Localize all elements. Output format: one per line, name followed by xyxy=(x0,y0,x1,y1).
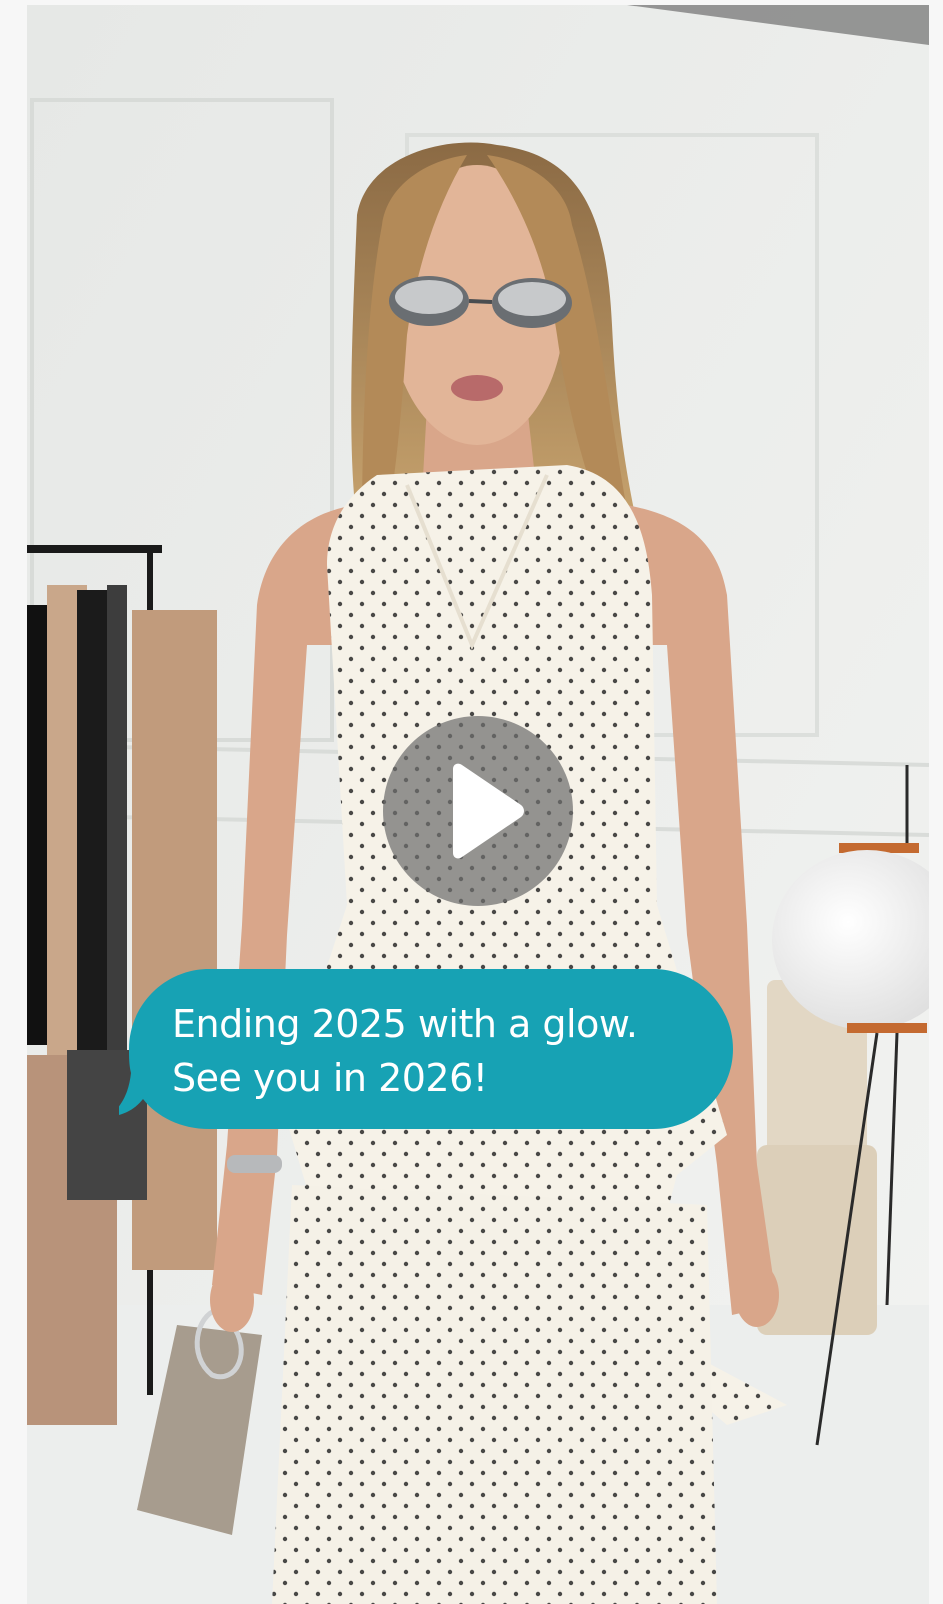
video-player[interactable]: Ending 2025 with a glow. See you in 2026… xyxy=(27,5,929,1604)
page: Ending 2025 with a glow. See you in 2026… xyxy=(0,0,943,1604)
caption-speech-bubble: Ending 2025 with a glow. See you in 2026… xyxy=(119,969,733,1136)
caption-text: Ending 2025 with a glow. See you in 2026… xyxy=(172,997,712,1105)
play-icon xyxy=(453,763,524,859)
caption-line-1: Ending 2025 with a glow. xyxy=(172,1002,638,1046)
play-button[interactable] xyxy=(383,716,573,906)
caption-line-2: See you in 2026! xyxy=(172,1056,488,1100)
